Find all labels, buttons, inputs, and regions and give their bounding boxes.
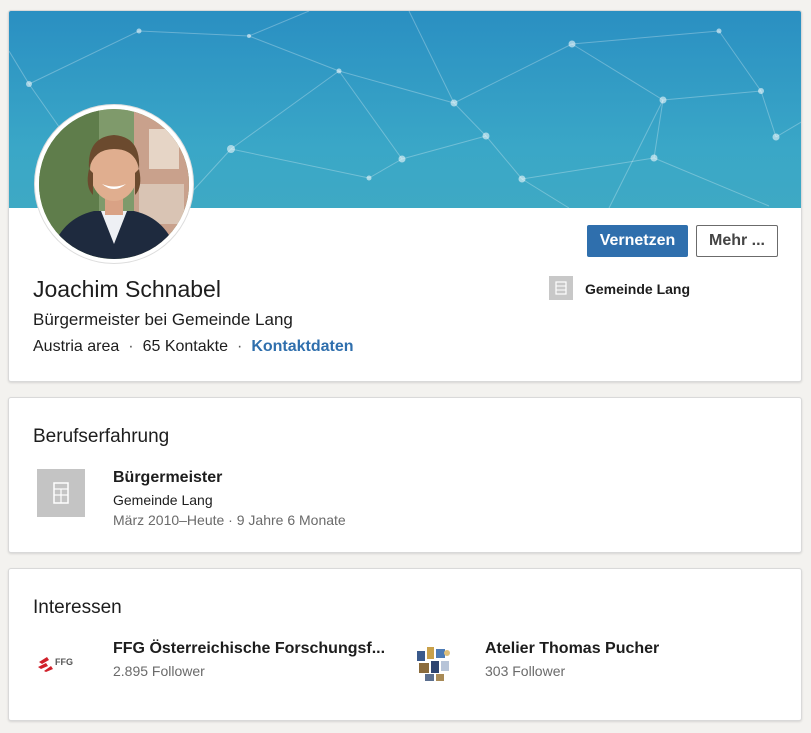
connect-button[interactable]: Vernetzen xyxy=(587,225,688,257)
profile-headline: Bürgermeister bei Gemeinde Lang xyxy=(33,310,293,329)
profile-name: Joachim Schnabel xyxy=(33,276,221,302)
profile-location: Austria area xyxy=(33,338,120,355)
interest-followers: 2.895 Follower xyxy=(113,663,205,679)
profile-photo[interactable] xyxy=(35,105,193,263)
experience-company: Gemeinde Lang xyxy=(113,492,213,508)
separator-dot: · xyxy=(237,338,243,355)
profile-card: Vernetzen Mehr ... Joachim Schnabel Bürg… xyxy=(8,10,802,382)
section-title: Interessen xyxy=(33,597,122,618)
section-title: Berufserfahrung xyxy=(33,426,170,447)
experience-section: Berufserfahrung Bürgermeister Gemeinde L… xyxy=(8,397,802,553)
experience-role[interactable]: Bürgermeister xyxy=(113,469,222,487)
ffg-logo[interactable]: FFG xyxy=(35,639,83,687)
more-button[interactable]: Mehr ... xyxy=(696,225,778,257)
profile-meta: Austria area · 65 Kontakte · Kontaktdate… xyxy=(33,338,354,356)
interest-followers: 303 Follower xyxy=(485,663,566,679)
interests-section: Interessen FFG FFG Österreichische Forsc… xyxy=(8,568,802,721)
building-icon[interactable] xyxy=(549,276,573,300)
current-company-link[interactable]: Gemeinde Lang xyxy=(585,281,690,297)
building-icon[interactable] xyxy=(37,469,85,517)
interest-name[interactable]: FFG Österreichische Forschungsf... xyxy=(113,640,385,658)
interest-name[interactable]: Atelier Thomas Pucher xyxy=(485,640,659,658)
profile-connections[interactable]: 65 Kontakte xyxy=(143,338,228,356)
atelier-logo[interactable] xyxy=(409,639,457,687)
ffg-logo-text: FFG xyxy=(55,657,73,667)
separator-dot: · xyxy=(128,338,134,355)
contact-info-link[interactable]: Kontaktdaten xyxy=(251,338,353,356)
experience-dates: März 2010–Heute · 9 Jahre 6 Monate xyxy=(113,512,346,528)
